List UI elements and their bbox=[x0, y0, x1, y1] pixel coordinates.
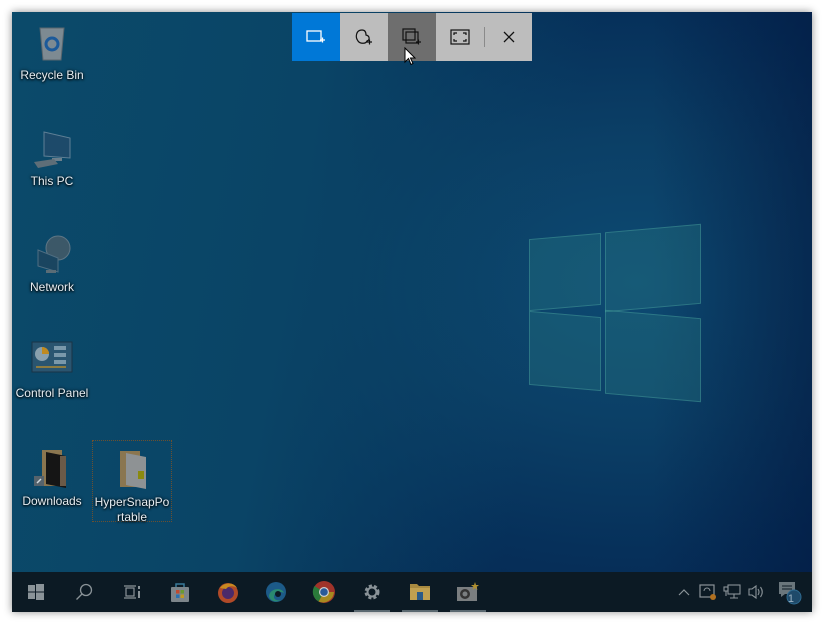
rectangular-snip-button[interactable] bbox=[292, 13, 340, 61]
desktop-icon-downloads[interactable]: Downloads bbox=[12, 446, 92, 509]
mouse-pointer-icon bbox=[404, 47, 417, 66]
window-snip-icon bbox=[402, 28, 421, 45]
folder-shortcut-icon bbox=[30, 446, 74, 490]
taskbar-firefox[interactable] bbox=[204, 572, 252, 612]
rectangle-snip-icon bbox=[306, 30, 325, 43]
tray-volume[interactable] bbox=[744, 572, 768, 612]
freeform-snip-icon bbox=[355, 29, 372, 45]
taskbar-store[interactable] bbox=[156, 572, 204, 612]
network-icon bbox=[30, 232, 74, 276]
running-indicator bbox=[354, 610, 390, 612]
file-explorer-icon bbox=[410, 584, 430, 600]
edge-icon bbox=[266, 582, 286, 602]
this-pc-icon bbox=[30, 126, 74, 170]
task-view-button[interactable] bbox=[108, 572, 156, 612]
desktop-icon-label: Downloads bbox=[22, 494, 82, 508]
taskbar-edge[interactable] bbox=[252, 572, 300, 612]
system-tray: 1 bbox=[672, 572, 812, 612]
close-snip-button[interactable] bbox=[485, 31, 532, 43]
control-panel-icon bbox=[30, 338, 74, 382]
camera-icon bbox=[457, 582, 479, 601]
update-icon bbox=[699, 584, 716, 600]
desktop-icon-label: This PC bbox=[30, 174, 74, 188]
desktop-icon-network[interactable]: Network bbox=[12, 232, 92, 295]
desktop-icon-label: Control Panel bbox=[15, 386, 89, 400]
fullscreen-snip-button[interactable] bbox=[436, 13, 484, 61]
windows-logo-wallpaper bbox=[527, 222, 707, 412]
windows-start-icon bbox=[28, 584, 44, 600]
gear-icon bbox=[364, 584, 380, 600]
task-view-icon bbox=[124, 585, 140, 599]
folder-icon bbox=[110, 447, 154, 491]
tray-network[interactable] bbox=[720, 572, 744, 612]
desktop-icon-this-pc[interactable]: This PC bbox=[12, 126, 92, 189]
desktop: Recycle Bin This PC Network Control Pane… bbox=[12, 12, 812, 612]
desktop-icon-recycle-bin[interactable]: Recycle Bin bbox=[12, 20, 92, 83]
tray-meet-now[interactable] bbox=[696, 572, 720, 612]
firefox-icon bbox=[218, 583, 238, 603]
desktop-icon-control-panel[interactable]: Control Panel bbox=[12, 338, 92, 401]
freeform-snip-button[interactable] bbox=[340, 13, 388, 61]
search-icon bbox=[76, 583, 93, 600]
taskbar-settings[interactable] bbox=[348, 572, 396, 612]
taskbar-chrome[interactable] bbox=[300, 572, 348, 612]
chrome-icon bbox=[312, 581, 335, 603]
action-center-button[interactable]: 1 bbox=[768, 572, 812, 612]
recycle-bin-icon bbox=[30, 20, 74, 64]
running-indicator bbox=[450, 610, 486, 612]
desktop-icon-label: Recycle Bin bbox=[20, 68, 84, 82]
store-icon bbox=[171, 583, 189, 602]
fullscreen-snip-icon bbox=[450, 29, 470, 45]
show-hidden-icons-button[interactable] bbox=[672, 572, 696, 612]
start-button[interactable] bbox=[12, 572, 60, 612]
taskbar: 1 bbox=[12, 572, 812, 612]
taskbar-file-explorer[interactable] bbox=[396, 572, 444, 612]
running-indicator bbox=[402, 610, 438, 612]
taskbar-hypersnap[interactable] bbox=[444, 572, 492, 612]
desktop-icon-label: Network bbox=[29, 280, 74, 294]
desktop-icon-hypersnapportable[interactable]: HyperSnapPortable bbox=[92, 440, 172, 524]
notification-count-badge: 1 bbox=[787, 593, 794, 605]
speaker-icon bbox=[748, 584, 763, 600]
chevron-up-icon bbox=[678, 589, 690, 596]
desktop-icon-label: HyperSnapPortable bbox=[94, 495, 170, 524]
close-icon bbox=[503, 31, 514, 43]
network-icon bbox=[723, 584, 741, 599]
search-button[interactable] bbox=[60, 572, 108, 612]
